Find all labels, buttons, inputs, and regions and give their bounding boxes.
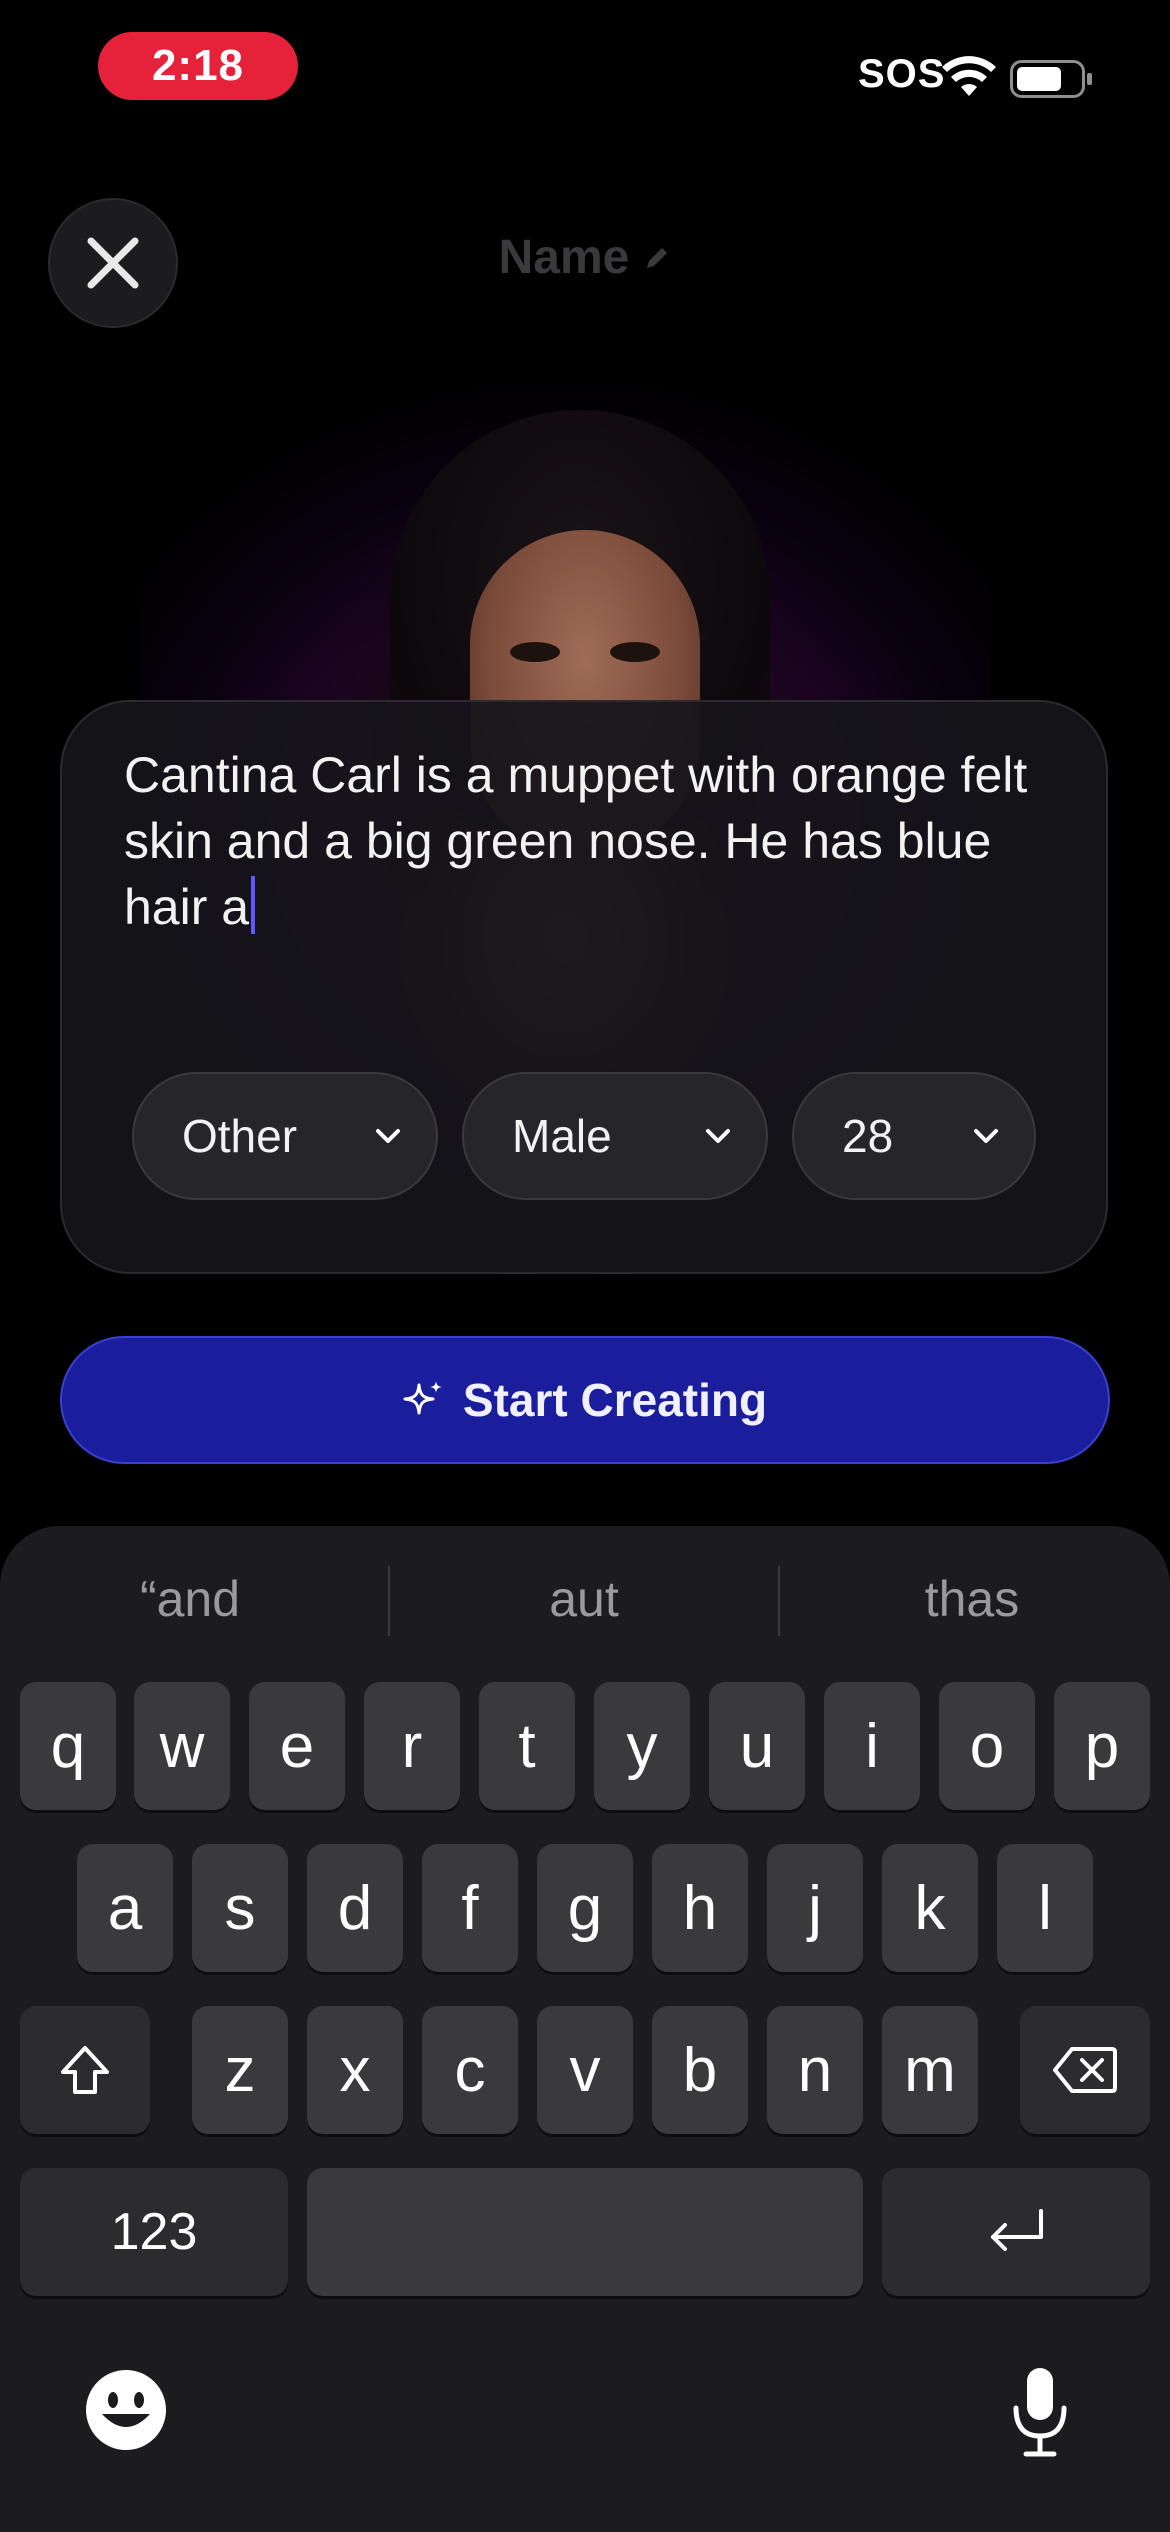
delete-key[interactable] [1020, 2006, 1150, 2134]
key-j[interactable]: j [767, 1844, 863, 1972]
shift-icon [61, 2046, 109, 2094]
key-g[interactable]: g [537, 1844, 633, 1972]
sos-indicator: SOS [858, 52, 946, 96]
category-select-label: Other [182, 1110, 298, 1162]
key-w[interactable]: w [134, 1682, 230, 1810]
chevron-down-icon [376, 1129, 400, 1143]
portrait-eye-right [610, 642, 660, 662]
chevron-down-icon [974, 1129, 998, 1143]
suggestion-divider [778, 1566, 780, 1636]
suggestion-3[interactable]: thas [782, 1570, 1162, 1628]
key-h[interactable]: h [652, 1844, 748, 1972]
home-indicator [436, 2424, 736, 2436]
return-key[interactable] [882, 2168, 1150, 2296]
key-o[interactable]: o [939, 1682, 1035, 1810]
status-time: 2:18 [98, 32, 298, 100]
key-a[interactable]: a [77, 1844, 173, 1972]
key-d[interactable]: d [307, 1844, 403, 1972]
key-x[interactable]: x [307, 2006, 403, 2134]
key-p[interactable]: p [1054, 1682, 1150, 1810]
shift-key[interactable] [20, 2006, 150, 2134]
suggestion-2[interactable]: aut [394, 1570, 774, 1628]
return-icon [991, 2209, 1043, 2251]
age-select[interactable]: 28 [792, 1072, 1036, 1200]
key-t[interactable]: t [479, 1682, 575, 1810]
key-b[interactable]: b [652, 2006, 748, 2134]
page-title[interactable]: Name [499, 230, 630, 285]
key-i[interactable]: i [824, 1682, 920, 1810]
age-select-label: 28 [842, 1110, 894, 1162]
key-n[interactable]: n [767, 2006, 863, 2134]
key-y[interactable]: y [594, 1682, 690, 1810]
pencil-icon[interactable] [643, 244, 671, 272]
emoji-icon[interactable] [84, 2368, 168, 2452]
space-key[interactable] [307, 2168, 863, 2296]
sparkle-icon [403, 1381, 442, 1415]
wifi-icon [942, 56, 996, 96]
numbers-key[interactable]: 123 [20, 2168, 288, 2296]
suggestion-1[interactable]: “and [0, 1570, 380, 1628]
prompt-text[interactable]: Cantina Carl is a muppet with orange fel… [124, 747, 1027, 935]
suggestion-divider [388, 1566, 390, 1636]
key-e[interactable]: e [249, 1682, 345, 1810]
key-f[interactable]: f [422, 1844, 518, 1972]
key-k[interactable]: k [882, 1844, 978, 1972]
key-u[interactable]: u [709, 1682, 805, 1810]
battery-icon [1010, 60, 1092, 98]
start-creating-button[interactable]: Start Creating [60, 1336, 1110, 1464]
key-z[interactable]: z [192, 2006, 288, 2134]
gender-select[interactable]: Male [462, 1072, 768, 1200]
gender-select-label: Male [512, 1110, 612, 1162]
key-v[interactable]: v [537, 2006, 633, 2134]
prompt-input[interactable]: Cantina Carl is a muppet with orange fel… [124, 742, 1044, 940]
name-title-row[interactable]: Name [0, 230, 1170, 285]
category-select[interactable]: Other [132, 1072, 438, 1200]
key-c[interactable]: c [422, 2006, 518, 2134]
text-cursor [251, 876, 256, 934]
key-q[interactable]: q [20, 1682, 116, 1810]
chevron-down-icon [706, 1129, 730, 1143]
key-m[interactable]: m [882, 2006, 978, 2134]
key-l[interactable]: l [997, 1844, 1093, 1972]
microphone-icon[interactable] [1010, 2364, 1070, 2460]
key-r[interactable]: r [364, 1682, 460, 1810]
backspace-icon [1053, 2047, 1117, 2093]
portrait-eye-left [510, 642, 560, 662]
key-s[interactable]: s [192, 1844, 288, 1972]
start-creating-label: Start Creating [462, 1374, 768, 1426]
